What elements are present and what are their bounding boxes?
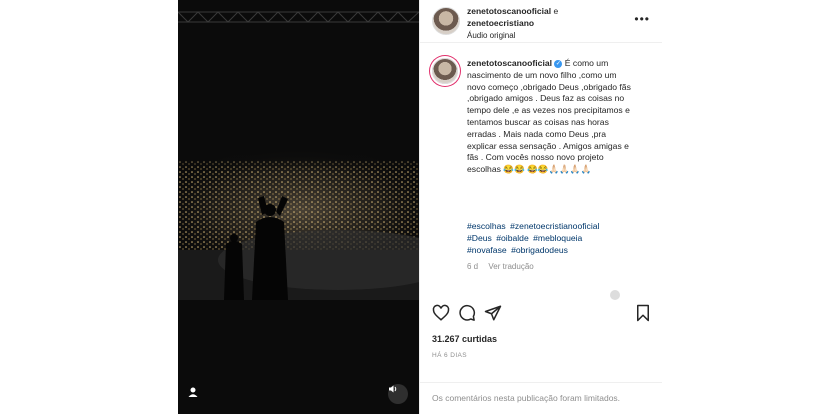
more-options-button[interactable]: ••• xyxy=(634,12,650,26)
caption-text: É como um nascimento de um novo filho ,c… xyxy=(467,58,631,175)
avatar[interactable] xyxy=(432,7,460,35)
translate-link[interactable]: Ver tradução xyxy=(488,262,533,271)
like-count[interactable]: 31.267 curtidas xyxy=(432,334,497,344)
author-link-2[interactable]: zenetoecristiano xyxy=(467,18,534,28)
concert-scene xyxy=(178,0,419,414)
avatar[interactable] xyxy=(432,58,458,84)
hashtag-link[interactable]: #zenetoecristianooficial xyxy=(510,221,599,231)
post-header: zenetotoscanooficial e zenetoecristiano … xyxy=(420,0,662,43)
avatar xyxy=(610,290,620,300)
comment-icon xyxy=(459,304,476,321)
hashtag-link[interactable]: #oibalde xyxy=(496,233,529,243)
like-button[interactable] xyxy=(432,304,452,324)
hashtag-link[interactable]: #obrigadodeus xyxy=(511,245,568,255)
hashtags: #escolhas #zenetoecristianooficial #Deus… xyxy=(467,220,657,256)
comment-button[interactable] xyxy=(458,304,478,324)
audio-link[interactable]: Áudio original xyxy=(467,31,515,40)
post-video[interactable] xyxy=(178,0,419,414)
comments-limited-notice: Os comentários nesta publicação foram li… xyxy=(432,393,621,403)
user-icon xyxy=(188,387,198,397)
post-details-panel: zenetotoscanooficial e zenetoecristiano … xyxy=(419,0,662,414)
audio-toggle-button[interactable] xyxy=(388,384,408,404)
author-link-1[interactable]: zenetotoscanooficial xyxy=(467,6,551,16)
caption-meta: 6 d Ver tradução xyxy=(467,262,542,271)
verified-icon: ✓ xyxy=(554,59,563,68)
save-button[interactable] xyxy=(634,304,654,324)
share-button[interactable] xyxy=(484,304,504,324)
author-connector: e xyxy=(553,6,559,16)
hashtag-link[interactable]: #escolhas xyxy=(467,221,506,231)
instagram-post: zenetotoscanooficial e zenetoecristiano … xyxy=(178,0,662,414)
action-bar xyxy=(432,304,654,324)
tagged-users-button[interactable] xyxy=(187,386,207,406)
hashtag-link[interactable]: #Deus xyxy=(467,233,492,243)
caption-username[interactable]: zenetotoscanooficial xyxy=(467,58,552,68)
speaker-icon xyxy=(389,385,397,393)
hashtag-link[interactable]: #novafase xyxy=(467,245,507,255)
post-date: HÁ 6 DIAS xyxy=(432,352,468,359)
caption-age: 6 d xyxy=(467,262,479,271)
heart-icon xyxy=(432,304,450,321)
bookmark-icon xyxy=(637,304,649,322)
hashtag-link[interactable]: #mebloqueia xyxy=(533,233,582,243)
send-icon xyxy=(484,305,502,321)
caption-text-block: zenetotoscanooficial ✓ É como um nascime… xyxy=(467,58,637,176)
comments-footer: Os comentários nesta publicação foram li… xyxy=(420,382,662,415)
post-authors: zenetotoscanooficial e zenetoecristiano … xyxy=(467,5,558,42)
